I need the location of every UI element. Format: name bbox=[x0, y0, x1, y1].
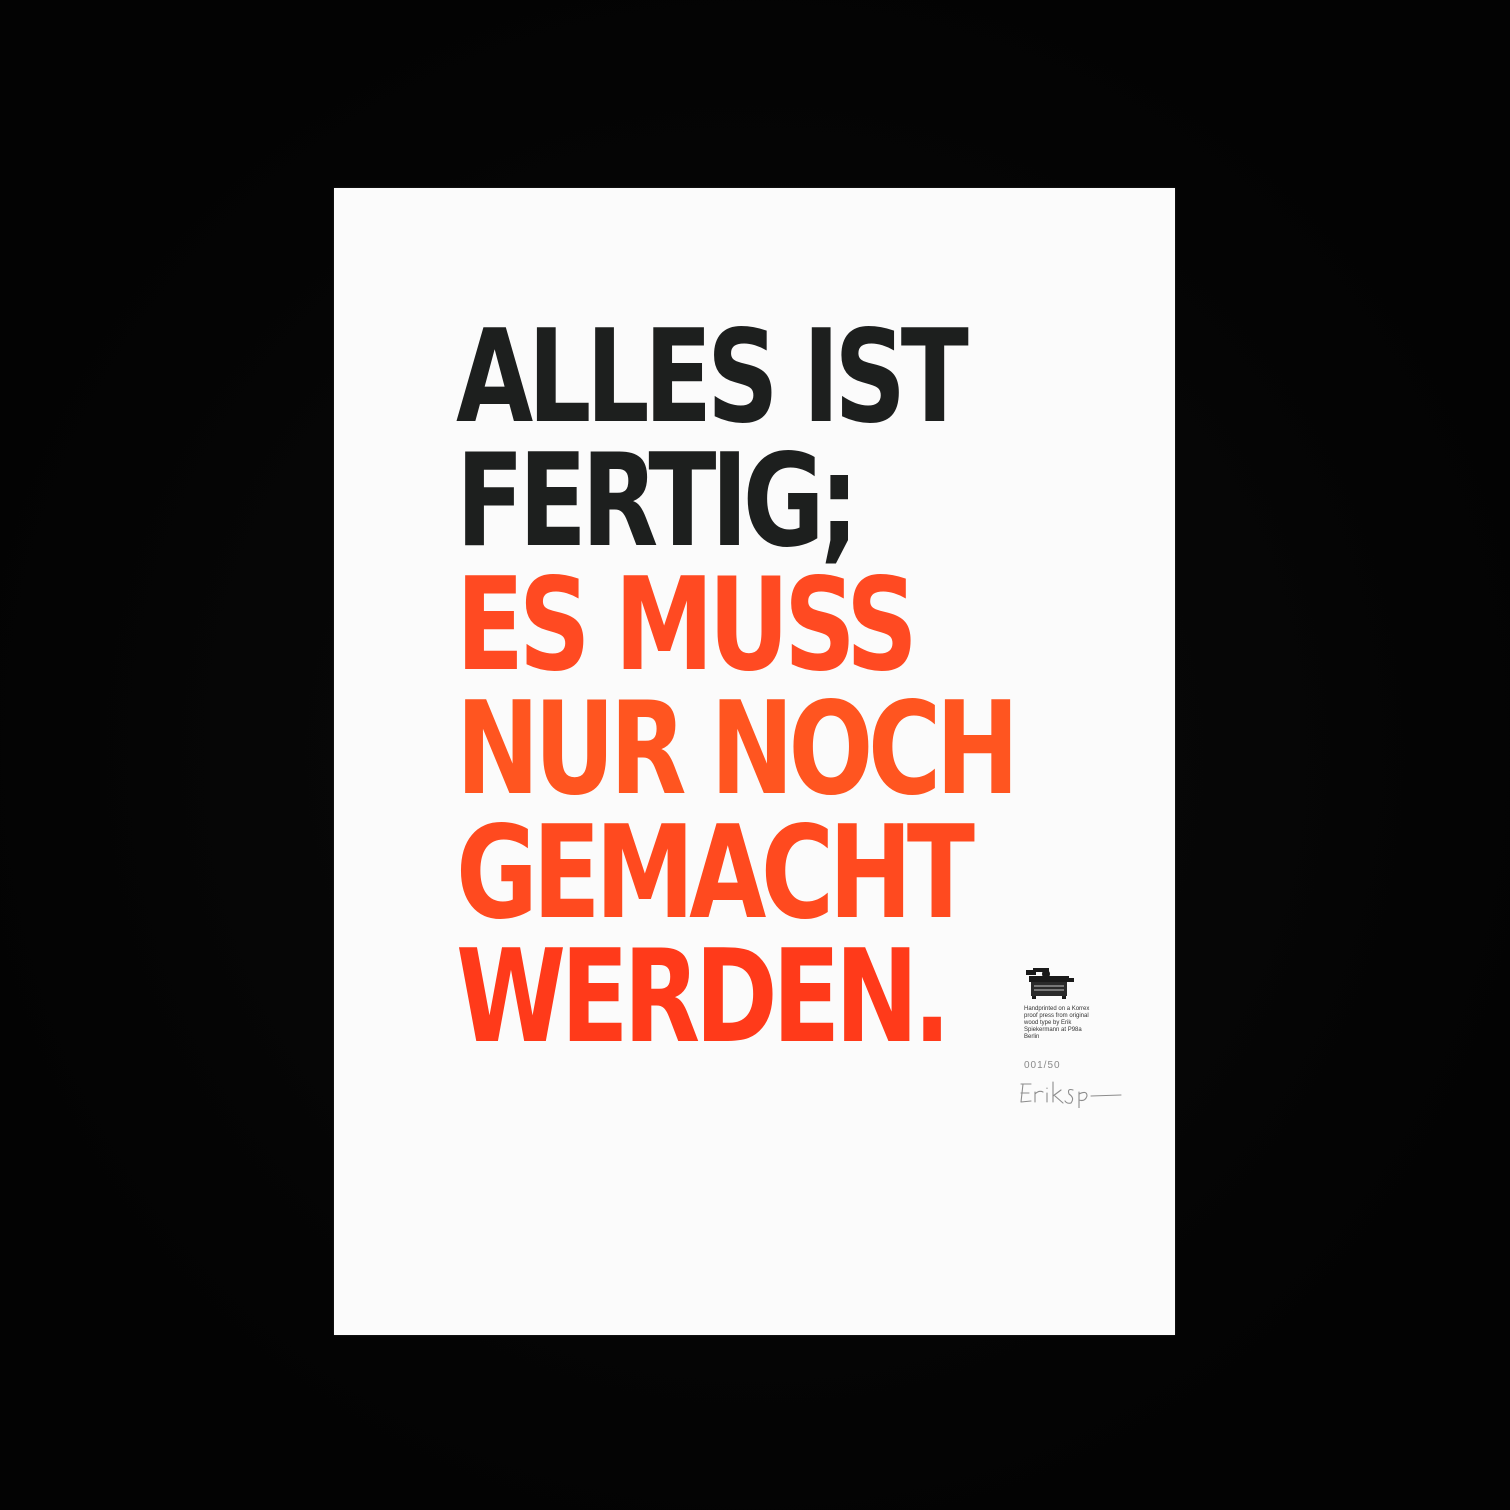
headline-line-2: FERTIG; bbox=[456, 427, 859, 576]
signature bbox=[1020, 1081, 1122, 1108]
poster-headline: ALLES IST FERTIG; ES MUSS NUR NOCH GEMAC… bbox=[456, 303, 1019, 1072]
edition-number: 001/50 bbox=[1024, 1060, 1061, 1071]
headline-line-3: ES MUSS bbox=[456, 551, 918, 700]
headline-line-1: ALLES IST bbox=[456, 303, 969, 452]
headline-line-4: NUR NOCH bbox=[456, 675, 1019, 824]
colophon: Handprinted on a Korrex proof press from… bbox=[1024, 966, 1144, 1041]
proof-press-icon bbox=[1026, 968, 1074, 999]
headline-line-5: GEMACHT bbox=[456, 799, 975, 948]
letterpress-poster: ALLES IST FERTIG; ES MUSS NUR NOCH GEMAC… bbox=[334, 188, 1175, 1335]
headline-line-6: WERDEN. bbox=[456, 923, 951, 1072]
colophon-text: Handprinted on a Korrex proof press from… bbox=[1024, 1006, 1090, 1040]
